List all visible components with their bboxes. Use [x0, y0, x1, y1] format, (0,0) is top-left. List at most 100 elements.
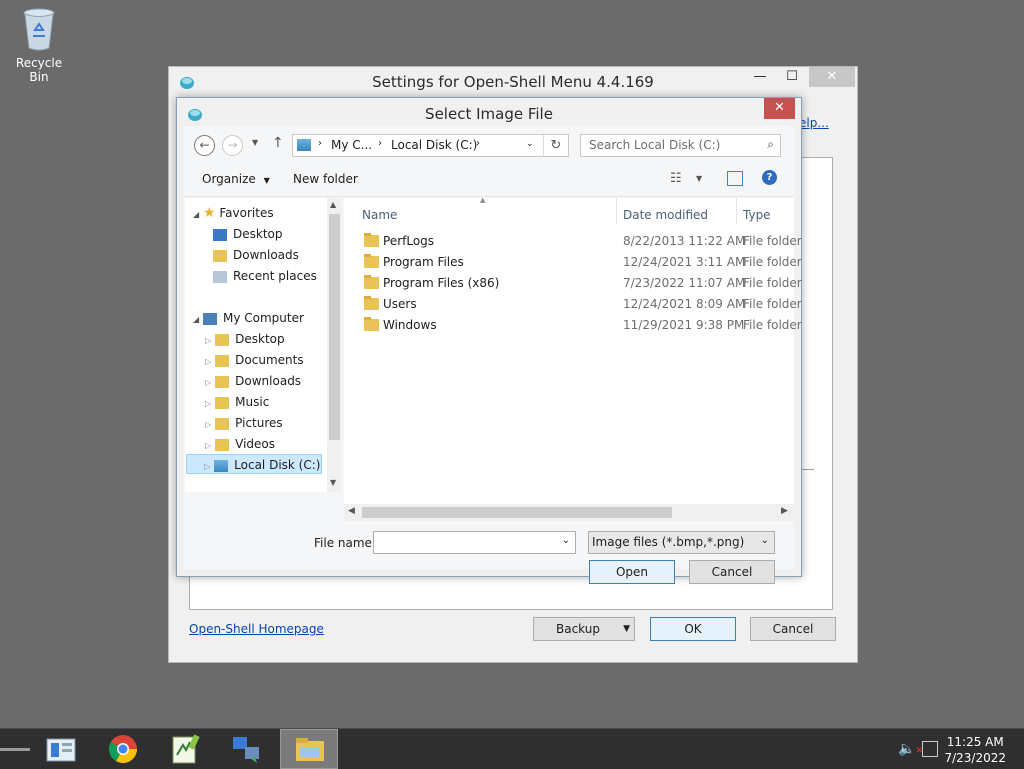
settings-cancel-button[interactable]: Cancel [750, 617, 836, 641]
chevron-down-icon[interactable]: ⌄ [562, 535, 570, 546]
up-arrow-icon[interactable]: ↑ [272, 135, 284, 151]
view-options-icon[interactable]: ☷ [670, 171, 682, 186]
settings-close-button[interactable]: ✕ [809, 67, 855, 87]
folder-icon [364, 317, 379, 331]
file-name-label: File name: [314, 536, 376, 550]
column-header-date[interactable]: Date modified [623, 208, 708, 222]
open-button[interactable]: Open [589, 560, 675, 584]
dialog-body: ← → ▼ ↑ › My C... › Local Disk (C:) › ⌄ … [184, 126, 802, 584]
file-row[interactable]: Program Files (x86) 7/23/2022 11:07 AM Fil… [344, 273, 802, 294]
horizontal-scrollbar[interactable]: ◀ ▶ [344, 504, 794, 521]
new-folder-button[interactable]: New folder [293, 172, 358, 186]
volume-muted-icon[interactable]: 🔈✕ [898, 741, 923, 757]
breadcrumb-my-computer[interactable]: My C... [331, 138, 372, 152]
tree-fav-downloads[interactable]: Downloads [213, 245, 299, 265]
collapsed-arrow-icon: ▷ [205, 336, 212, 345]
file-type-select[interactable]: Image files (*.bmp,*.png) ⌄ [588, 531, 775, 554]
documents-folder-icon [215, 354, 230, 367]
file-explorer-taskbar-button[interactable] [280, 729, 338, 769]
scroll-thumb[interactable] [329, 214, 340, 440]
file-list[interactable]: ▲ Name Date modified Type PerfLogs 8/22/2… [344, 196, 802, 492]
tree-my-computer[interactable]: ◢ My Computer [193, 308, 304, 328]
tree-downloads[interactable]: ▷ Downloads [205, 371, 301, 391]
homepage-link[interactable]: Open-Shell Homepage [189, 622, 324, 636]
breadcrumb-local-disk[interactable]: Local Disk (C:) [391, 138, 477, 152]
tree-fav-desktop[interactable]: Desktop [213, 224, 283, 244]
music-folder-icon [215, 396, 230, 409]
file-date: 12/24/2021 8:09 AM [623, 297, 746, 311]
file-row[interactable]: Program Files 12/24/2021 3:11 AM File fold… [344, 252, 802, 273]
chevron-down-icon[interactable]: ▼ [696, 174, 702, 183]
help-icon[interactable]: ? [762, 170, 777, 185]
start-edge[interactable] [0, 748, 30, 751]
breadcrumb-separator-icon: › [476, 138, 480, 149]
network-icon[interactable] [922, 741, 938, 757]
tree-fav-recent[interactable]: Recent places [213, 266, 317, 286]
network-transfer-icon[interactable] [231, 733, 263, 765]
control-panel-icon[interactable] [45, 733, 77, 765]
recent-locations-chevron-icon[interactable]: ▼ [252, 138, 258, 147]
file-name: Windows [383, 318, 437, 332]
maximize-button[interactable]: ☐ [777, 67, 807, 87]
file-date: 11/29/2021 9:38 PM [623, 318, 745, 332]
file-date: 8/22/2013 11:22 AM [623, 234, 746, 248]
recycle-bin-desktop-icon[interactable]: Recycle Bin [6, 6, 72, 84]
forward-arrow-icon[interactable]: → [222, 135, 243, 156]
select-image-dialog: Select Image File ✕ ← → ▼ ↑ › My C... › … [176, 97, 802, 584]
collapsed-arrow-icon: ▷ [205, 420, 212, 429]
recycle-bin-label: Recycle Bin [15, 56, 63, 84]
folder-icon [364, 275, 379, 289]
tree-item-label: Local Disk (C:) [234, 458, 321, 472]
tree-local-disk[interactable]: ▷ Local Disk (C:) [186, 454, 322, 474]
column-header-name[interactable]: Name [362, 208, 397, 222]
notepad-plus-plus-icon[interactable] [169, 733, 201, 765]
file-row[interactable]: Users 12/24/2021 8:09 AM File folder [344, 294, 802, 315]
tree-item-label: Music [235, 395, 270, 409]
tree-item-label: Pictures [235, 416, 283, 430]
address-bar[interactable]: › My C... › Local Disk (C:) › ⌄ ↻ [292, 134, 569, 157]
scroll-right-icon[interactable]: ▶ [781, 506, 788, 516]
file-type: File folder [743, 276, 802, 290]
file-row[interactable]: PerfLogs 8/22/2013 11:22 AM File folder [344, 231, 802, 252]
breadcrumb-separator-icon: › [318, 138, 322, 149]
chevron-down-icon[interactable]: ⌄ [761, 535, 769, 546]
file-date: 12/24/2021 3:11 AM [623, 255, 746, 269]
scroll-up-icon[interactable]: ▲ [330, 200, 336, 209]
tree-videos[interactable]: ▷ Videos [205, 434, 275, 454]
taskbar-clock[interactable]: 11:25 AM 7/23/2022 [944, 734, 1006, 766]
preview-pane-icon[interactable] [727, 171, 743, 186]
minimize-button[interactable]: — [745, 67, 775, 87]
help-link[interactable]: elp... [799, 116, 829, 130]
tree-documents[interactable]: ▷ Documents [205, 350, 304, 370]
ok-button[interactable]: OK [650, 617, 736, 641]
back-arrow-icon[interactable]: ← [194, 135, 215, 156]
recent-places-icon [213, 270, 227, 283]
column-header-type[interactable]: Type [743, 208, 771, 222]
search-placeholder: Search Local Disk (C:) [589, 138, 721, 152]
scroll-left-icon[interactable]: ◀ [348, 506, 355, 516]
file-type: File folder [743, 318, 802, 332]
column-separator [616, 198, 617, 224]
organize-button[interactable]: Organize ▼ [202, 172, 270, 186]
tree-pictures[interactable]: ▷ Pictures [205, 413, 283, 433]
tree-desktop[interactable]: ▷ Desktop [205, 329, 285, 349]
sort-ascending-icon: ▲ [480, 196, 486, 204]
scroll-thumb[interactable] [362, 507, 672, 518]
dialog-cancel-button[interactable]: Cancel [689, 560, 775, 584]
navigation-pane[interactable]: ◢ ★ Favorites Desktop Downloads Recent p… [185, 198, 342, 492]
scroll-down-icon[interactable]: ▼ [330, 478, 336, 487]
address-dropdown-chevron-icon[interactable]: ⌄ [526, 139, 534, 149]
tree-favorites[interactable]: ◢ ★ Favorites [193, 203, 274, 223]
dialog-close-button[interactable]: ✕ [764, 98, 795, 119]
chrome-icon[interactable] [107, 733, 139, 765]
file-name-input[interactable]: ⌄ [373, 531, 576, 554]
backup-button[interactable]: Backup ▼ [533, 617, 635, 641]
tree-item-label: Desktop [233, 227, 283, 241]
tree-music[interactable]: ▷ Music [205, 392, 269, 412]
nav-vertical-scrollbar[interactable]: ▲ ▼ [327, 198, 342, 492]
downloads-icon [213, 249, 227, 262]
refresh-icon[interactable]: ↻ [543, 135, 568, 156]
search-icon: ⌕ [767, 137, 774, 151]
search-input[interactable]: Search Local Disk (C:) ⌕ [580, 134, 781, 157]
file-row[interactable]: Windows 11/29/2021 9:38 PM File folder [344, 315, 802, 336]
